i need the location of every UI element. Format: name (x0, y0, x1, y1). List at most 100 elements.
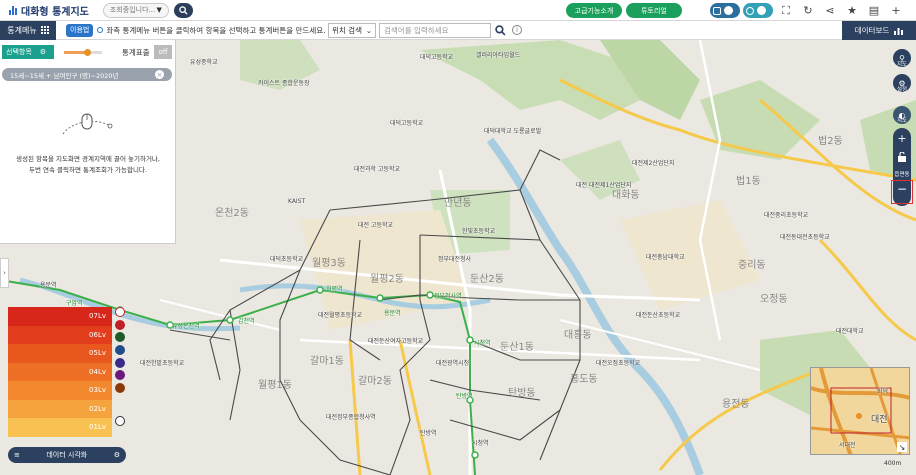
close-icon[interactable]: × (155, 70, 164, 79)
usage-notice: 좌측 통계메뉴 버튼을 클릭하여 항목을 선택하고 통계버튼을 만드세요. (97, 25, 326, 36)
grid-menu-icon (40, 26, 49, 34)
panel-controls: 선택항목 ⚙ 통계표출 off (0, 45, 176, 59)
station-label: 정부청사역 (434, 293, 462, 300)
slider-handle[interactable] (84, 49, 91, 56)
map-type-label: 지도 (896, 62, 908, 68)
help-line-2: 두번 연속 클릭하면 통계조회가 가능합니다. (29, 166, 147, 174)
place-label: 용문역 (40, 282, 57, 289)
share-icon[interactable]: ⋖ (824, 4, 836, 17)
fullscreen-icon[interactable]: ⛶ (780, 4, 792, 18)
color-swatch[interactable] (115, 357, 125, 368)
refresh-icon[interactable]: ↻ (802, 4, 814, 17)
place-label: 대전제2산업단지 (632, 160, 675, 167)
viz-bar-label: 데이터 시각화 (46, 451, 88, 459)
place-label: 대전한밭초등학교 (140, 360, 185, 367)
mouse-drag-icon (62, 113, 113, 135)
place-label: 대전오정초등학교 (596, 360, 641, 367)
app-logo[interactable]: 대화형 통계지도 (9, 3, 89, 18)
satellite-label: 지도 (896, 118, 908, 124)
map-mode-toggle-2[interactable] (743, 3, 773, 18)
legend-level-6: 06Lv (8, 325, 112, 344)
overview-minimap[interactable]: 대전 화덕 서대전 ↘ (810, 367, 910, 455)
howto-button[interactable]: 이용법 (66, 23, 94, 37)
minimap-label-seodaejeon: 서대전 (839, 442, 856, 449)
color-swatch[interactable] (115, 319, 125, 330)
data-board-button[interactable]: 데이터보드 (842, 21, 916, 40)
map-scale: 400m (884, 460, 902, 467)
dong-label: 만년동 (444, 198, 472, 209)
address-search-button[interactable] (492, 23, 508, 38)
dong-label: 월평2동 (370, 274, 404, 285)
place-label: 갤러리아타임월드 (476, 52, 521, 59)
minimap-label-hwayang: 화덕 (877, 388, 889, 395)
dong-label: 온천2동 (215, 208, 249, 219)
toggle-knob-icon (757, 6, 766, 15)
report-document-icon[interactable]: ▤ (868, 4, 880, 17)
color-swatch[interactable] (115, 370, 125, 381)
selected-item-tab[interactable]: 선택항목 ⚙ (2, 45, 54, 59)
search-icon (179, 5, 188, 15)
zoom-level-label: 읍면동 (894, 172, 910, 178)
color-swatch[interactable] (115, 345, 125, 356)
bar-chart-icon (894, 27, 904, 35)
data-visualization-bar[interactable]: ≡ 데이터 시각화 ⚙ (8, 447, 126, 463)
dong-label: 중리동 (738, 260, 766, 271)
station-label: 갑천역 (238, 318, 255, 325)
location-select[interactable]: 조회중입니다... ▼ (102, 2, 169, 18)
address-search-input[interactable]: 검색어를 입력하세요 (379, 23, 491, 38)
place-label: 대전대학교 (836, 328, 864, 335)
place-label: 대덕대학교 도룡글로벌 (484, 128, 542, 135)
legend-level-2: 02Lv (8, 399, 112, 418)
legend-level-7: 07Lv (8, 307, 112, 326)
gear-icon[interactable]: ⚙ (114, 451, 120, 459)
info-icon[interactable]: i (512, 25, 522, 35)
square-icon (713, 6, 721, 15)
advanced-features-button[interactable]: 고급기능소개 (566, 3, 622, 18)
bookmark-star-icon[interactable]: ★ (846, 4, 858, 17)
tutorial-button[interactable]: 튜토리얼 (626, 3, 682, 18)
gear-icon[interactable]: ⚙ (40, 48, 46, 56)
zoom-in-button[interactable]: + (893, 132, 911, 145)
zoom-out-highlight (891, 180, 913, 204)
place-label: 대덕고등학교 (420, 54, 454, 61)
selected-item-label: 선택항목 (6, 48, 32, 56)
dong-label: 갈마1동 (310, 356, 344, 367)
stat-menu-button[interactable]: 통계메뉴 (0, 20, 56, 40)
legend-level-5: 05Lv (8, 344, 112, 363)
stat-display-label: 통계표출 (122, 48, 150, 57)
dong-label: 탄방동 (508, 388, 536, 399)
bar-chart-icon (9, 5, 17, 15)
target-icon (746, 6, 754, 15)
place-label: 대전과학 고등학교 (354, 166, 401, 173)
place-label: 대전중리초등학교 (764, 212, 809, 219)
lock-icon[interactable] (896, 151, 908, 162)
no-color-icon[interactable] (115, 415, 125, 426)
color-swatch-selected[interactable] (115, 307, 125, 317)
usage-notice-text: 좌측 통계메뉴 버튼을 클릭하여 항목을 선택하고 통계버튼을 만드세요. (106, 25, 326, 35)
legend-scale: 07Lv 06Lv 05Lv 04Lv 03Lv 02Lv 01Lv (8, 307, 112, 437)
place-label: 시청역 (472, 440, 489, 447)
chevron-down-icon: ⌄ (365, 26, 372, 35)
add-plus-icon[interactable]: + (890, 4, 902, 17)
place-label: 한빛초등학교 (462, 228, 496, 235)
location-search-button[interactable] (173, 2, 193, 18)
map-mode-toggles (710, 3, 773, 18)
panel-collapse-button[interactable]: › (0, 258, 9, 288)
map-mode-toggle-1[interactable] (710, 3, 740, 18)
place-label: 대덕초등학교 (270, 256, 304, 263)
viz-bar-left-icon: ≡ (14, 451, 20, 459)
stat-display-toggle[interactable]: off (154, 45, 172, 59)
station-label: 구암역 (66, 300, 83, 307)
minimap-collapse-icon[interactable]: ↘ (897, 442, 907, 452)
place-label: 대전월평초등학교 (318, 312, 363, 319)
stat-item-chip[interactable]: 15세~15세 + 남여인구 (명)~2020년 × (2, 68, 172, 81)
color-swatch[interactable] (115, 383, 125, 394)
position-search-select[interactable]: 위치 검색 ⌄ (328, 23, 376, 38)
color-swatch[interactable] (115, 332, 125, 343)
stat-item-text: 15세~15세 + 남여인구 (명)~2020년 (10, 71, 119, 80)
location-select-value: 조회중입니다... (109, 6, 156, 14)
dong-label: 월평3동 (312, 258, 346, 269)
opacity-slider[interactable] (64, 49, 102, 56)
position-search-label: 위치 검색 (332, 26, 362, 35)
place-label: 대전동대전초등학교 (780, 234, 830, 241)
